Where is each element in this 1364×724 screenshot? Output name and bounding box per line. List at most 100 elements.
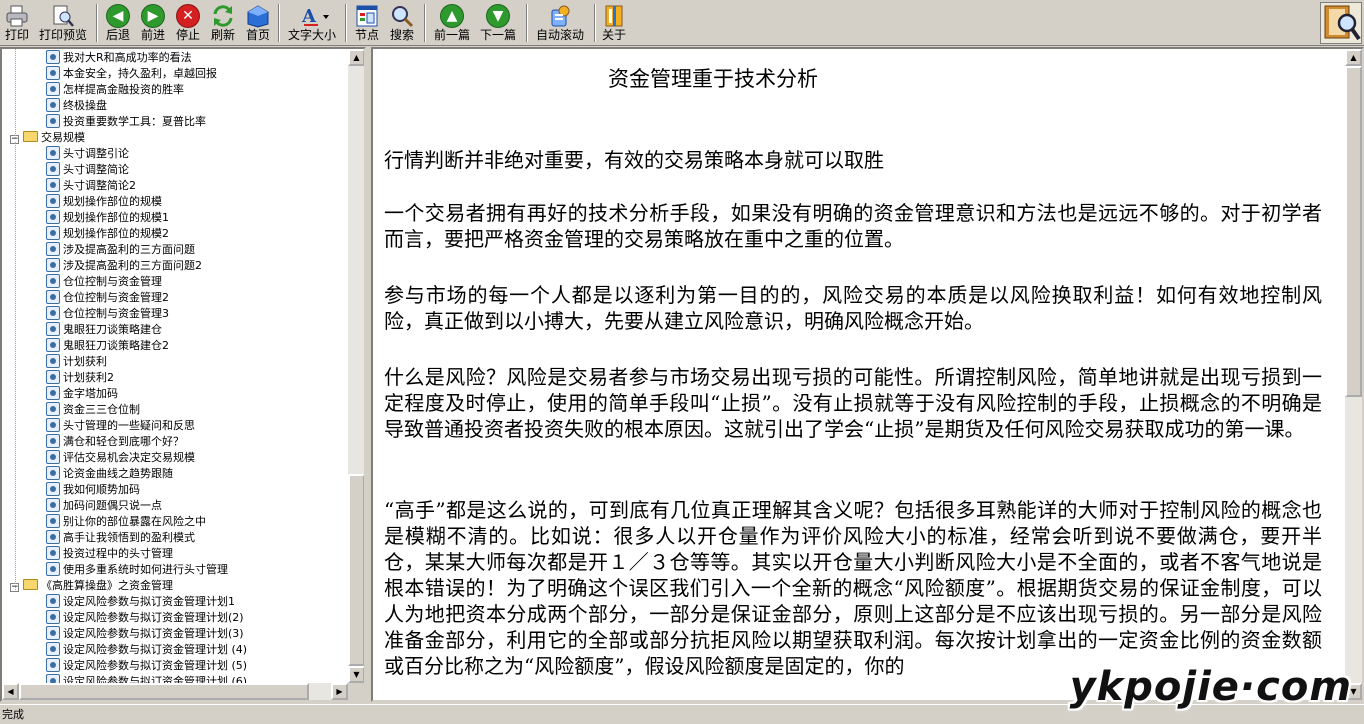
tree-item-label: 头寸管理的一些疑问和反思 bbox=[63, 419, 195, 432]
document-icon bbox=[46, 146, 60, 160]
tree-doc-item[interactable]: 论资金曲线之趋势跟随 bbox=[46, 466, 173, 482]
tree-doc-item[interactable]: 设定风险参数与拟订资金管理计划(2) bbox=[46, 610, 244, 626]
tree-item-label: 满仓和轻仓到底哪个好？ bbox=[63, 435, 184, 448]
tree-item-label: 涉及提高盈利的三方面问题 bbox=[63, 243, 195, 256]
tree-doc-item[interactable]: 我对大R和高成功率的看法 bbox=[46, 50, 192, 66]
scroll-down-icon[interactable]: ▼ bbox=[348, 666, 364, 683]
tree-doc-item[interactable]: 仓位控制与资金管理2 bbox=[46, 290, 169, 306]
tree-doc-item[interactable]: 设定风险参数与拟订资金管理计划 (4) bbox=[46, 642, 247, 658]
stop-label: 停止 bbox=[175, 28, 200, 42]
tree-doc-item[interactable]: 终极操盘 bbox=[46, 98, 107, 114]
tree-doc-item[interactable]: 涉及提高盈利的三方面问题2 bbox=[46, 258, 202, 274]
stop-button[interactable]: ✕ 停止 bbox=[174, 2, 202, 44]
about-button[interactable]: 关于 bbox=[600, 2, 628, 44]
tree-doc-item[interactable]: 高手让我领悟到的盈利模式 bbox=[46, 530, 195, 546]
tree-doc-item[interactable]: 怎样提高金融投资的胜率 bbox=[46, 82, 184, 98]
tree-doc-item[interactable]: 仓位控制与资金管理 bbox=[46, 274, 162, 290]
tree-doc-item[interactable]: 头寸管理的一些疑问和反思 bbox=[46, 418, 195, 434]
document-icon bbox=[46, 98, 60, 112]
tree-doc-item[interactable]: 评估交易机会决定交易规模 bbox=[46, 450, 195, 466]
scroll-left-icon[interactable]: ◀ bbox=[2, 683, 19, 700]
tree-doc-item[interactable]: 投资重要数学工具：夏普比率 bbox=[46, 114, 206, 130]
tree-horizontal-scrollbar[interactable]: ◀ ▶ bbox=[2, 683, 348, 700]
tree-item-label: 加码问题偶只说一点 bbox=[63, 499, 162, 512]
tree-doc-item[interactable]: 我如何顺势加码 bbox=[46, 482, 140, 498]
document-icon bbox=[46, 162, 60, 176]
document-icon bbox=[46, 642, 60, 656]
article-paragraph-2: 一个交易者拥有再好的技术分析手段，如果没有明确的资金管理意识和方法也是远远不够的… bbox=[384, 201, 1322, 251]
tree-doc-item[interactable]: 金字塔加码 bbox=[46, 386, 118, 402]
font-size-icon: A bbox=[300, 4, 329, 28]
document-icon bbox=[46, 514, 60, 528]
document-icon bbox=[46, 82, 60, 96]
print-preview-button[interactable]: 打印预览 bbox=[38, 2, 88, 44]
tree-doc-item[interactable]: 设定风险参数与拟订资金管理计划1 bbox=[46, 594, 235, 610]
document-icon bbox=[46, 594, 60, 608]
nodes-label: 节点 bbox=[354, 28, 379, 42]
document-icon bbox=[46, 674, 60, 683]
refresh-button[interactable]: 刷新 bbox=[209, 2, 237, 44]
tree-doc-item[interactable]: 加码问题偶只说一点 bbox=[46, 498, 162, 514]
document-icon bbox=[46, 498, 60, 512]
tree-doc-item[interactable]: 鬼眼狂刀谈策略建仓2 bbox=[46, 338, 169, 354]
tree-doc-item[interactable]: 投资过程中的头寸管理 bbox=[46, 546, 173, 562]
prev-article-button[interactable]: ▲ 前一篇 bbox=[432, 2, 472, 44]
tree-doc-item[interactable]: 规划操作部位的规模1 bbox=[46, 210, 169, 226]
article-scroll-thumb[interactable] bbox=[1345, 66, 1362, 397]
tree-doc-item[interactable]: 规划操作部位的规模2 bbox=[46, 226, 169, 242]
tree-doc-item[interactable]: 设定风险参数与拟订资金管理计划(3) bbox=[46, 626, 244, 642]
article-vertical-scrollbar[interactable]: ▲ ▼ bbox=[1345, 49, 1362, 700]
tree-doc-item[interactable]: 设定风险参数与拟订资金管理计划 (6) bbox=[46, 674, 247, 683]
scroll-up-icon[interactable]: ▲ bbox=[348, 49, 364, 66]
tree-item-label: 设定风险参数与拟订资金管理计划(2) bbox=[63, 611, 244, 624]
article-scroll-up-icon[interactable]: ▲ bbox=[1345, 49, 1362, 66]
next-article-button[interactable]: ▼ 下一篇 bbox=[478, 2, 518, 44]
table-of-contents-tree[interactable]: 我对大R和高成功率的看法 本金安全，持久盈利，卓越回报 怎样提高金融投资的胜率终极操… bbox=[0, 47, 366, 702]
font-size-label: 文字大小 bbox=[287, 28, 336, 42]
tree-doc-item[interactable]: 设定风险参数与拟订资金管理计划 (5) bbox=[46, 658, 247, 674]
tree-folder-item[interactable]: − 交易规模 bbox=[10, 130, 85, 146]
tree-item-label: 别让你的部位暴露在风险之中 bbox=[63, 515, 206, 528]
tree-item-label: 设定风险参数与拟订资金管理计划 (5) bbox=[63, 659, 248, 672]
tree-connector-line bbox=[15, 49, 16, 138]
tree-doc-item[interactable]: 头寸调整简论2 bbox=[46, 178, 136, 194]
tree-item-label: 投资重要数学工具：夏普比率 bbox=[63, 115, 206, 128]
tree-doc-item[interactable]: 使用多重系统时如何进行头寸管理 bbox=[46, 562, 228, 578]
down-arrow-icon: ▼ bbox=[486, 4, 510, 28]
tree-scroll-thumb[interactable] bbox=[348, 474, 364, 666]
tree-doc-item[interactable]: 本金安全，持久盈利，卓越回报 bbox=[46, 66, 217, 82]
tree-doc-item[interactable]: 计划获利 bbox=[46, 354, 107, 370]
home-button[interactable]: 首页 bbox=[244, 2, 272, 44]
font-size-button[interactable]: A 文字大小 bbox=[286, 2, 338, 44]
tree-doc-item[interactable]: 头寸调整引论 bbox=[46, 146, 129, 162]
tree-item-label: 规划操作部位的规模 bbox=[63, 195, 162, 208]
tree-doc-item[interactable]: 规划操作部位的规模 bbox=[46, 194, 162, 210]
nodes-button[interactable]: 节点 bbox=[353, 2, 381, 44]
forward-button[interactable]: ▶ 前进 bbox=[139, 2, 167, 44]
tree-vertical-scrollbar[interactable]: ▲ ▼ bbox=[348, 49, 364, 683]
stop-icon: ✕ bbox=[176, 4, 200, 28]
tree-doc-item[interactable]: 仓位控制与资金管理3 bbox=[46, 306, 169, 322]
tree-item-label: 怎样提高金融投资的胜率 bbox=[63, 83, 184, 96]
tree-doc-item[interactable]: 计划获利2 bbox=[46, 370, 114, 386]
tree-doc-item[interactable]: 鬼眼狂刀谈策略建仓 bbox=[46, 322, 162, 338]
tree-doc-item[interactable]: 资金三三仓位制 bbox=[46, 402, 140, 418]
search-button[interactable]: 搜索 bbox=[388, 2, 416, 44]
scroll-right-icon[interactable]: ▶ bbox=[331, 683, 348, 700]
auto-scroll-button[interactable]: 自动滚动 bbox=[534, 2, 586, 44]
document-icon bbox=[46, 434, 60, 448]
tree-doc-item[interactable]: 头寸调整简论 bbox=[46, 162, 129, 178]
scroll-corner bbox=[348, 683, 364, 700]
tree-doc-item[interactable]: 别让你的部位暴露在风险之中 bbox=[46, 514, 206, 530]
folder-icon bbox=[23, 131, 38, 142]
tree-doc-item[interactable]: 涉及提高盈利的三方面问题 bbox=[46, 242, 195, 258]
tree-item-label: 设定风险参数与拟订资金管理计划(3) bbox=[63, 627, 244, 640]
tree-doc-item[interactable]: 满仓和轻仓到底哪个好？ bbox=[46, 434, 184, 450]
document-icon bbox=[46, 306, 60, 320]
tree-item-label: 规划操作部位的规模1 bbox=[63, 211, 169, 224]
back-button[interactable]: ◀ 后退 bbox=[104, 2, 132, 44]
tree-folder-item[interactable]: − 《高胜算操盘》之资金管理 bbox=[10, 578, 173, 594]
tree-item-label: 高手让我领悟到的盈利模式 bbox=[63, 531, 195, 544]
tree-hscroll-thumb[interactable] bbox=[19, 683, 309, 700]
print-button[interactable]: 打印 bbox=[2, 2, 32, 44]
